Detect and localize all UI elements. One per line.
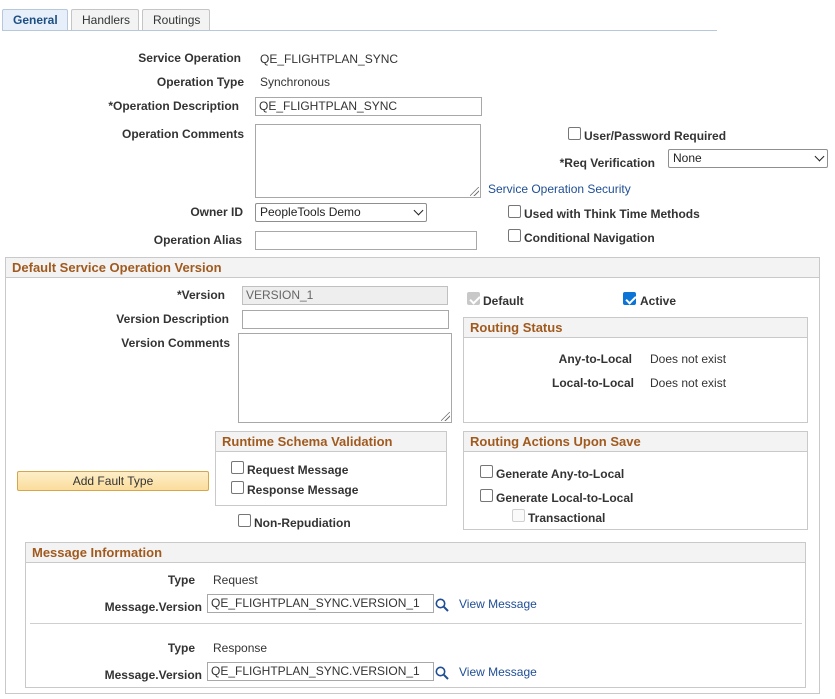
view-message-link[interactable]: View Message xyxy=(459,665,537,679)
operation-description-input[interactable]: QE_FLIGHTPLAN_SYNC xyxy=(255,97,482,116)
req-verification-select[interactable]: None xyxy=(668,149,828,168)
operation-description-label: *Operation Description xyxy=(108,99,239,113)
generate-any-to-local-checkbox[interactable] xyxy=(480,465,493,478)
tab-general[interactable]: General xyxy=(2,9,68,31)
think-time-checkbox[interactable] xyxy=(508,205,521,218)
message-information-title: Message Information xyxy=(26,543,805,563)
operation-type-value: Synchronous xyxy=(260,75,331,89)
message-version-input[interactable]: QE_FLIGHTPLAN_SYNC.VERSION_1 xyxy=(207,662,434,681)
chevron-down-icon xyxy=(814,151,825,162)
resize-grip-icon[interactable] xyxy=(470,187,479,196)
any-to-local-label: Any-to-Local xyxy=(558,352,632,366)
service-operation-value: QE_FLIGHTPLAN_SYNC xyxy=(260,52,399,66)
operation-type-label: Operation Type xyxy=(156,75,244,89)
tab-handlers[interactable]: Handlers xyxy=(71,9,139,31)
routing-actions-title: Routing Actions Upon Save xyxy=(464,432,807,452)
magnifier-icon[interactable] xyxy=(435,666,449,680)
transactional-label: Transactional xyxy=(528,511,606,525)
magnifier-icon[interactable] xyxy=(435,598,449,612)
owner-id-selected: PeopleTools Demo xyxy=(260,205,361,219)
generate-local-to-local-checkbox[interactable] xyxy=(480,489,493,502)
local-to-local-label: Local-to-Local xyxy=(551,376,634,390)
view-message-link[interactable]: View Message xyxy=(459,597,537,611)
version-label: *Version xyxy=(176,288,225,302)
owner-id-label: Owner ID xyxy=(190,205,243,219)
non-repudiation-label: Non-Repudiation xyxy=(254,516,351,530)
operation-alias-label: Operation Alias xyxy=(153,233,242,247)
operation-comments-label: Operation Comments xyxy=(121,127,244,141)
default-checkbox xyxy=(467,292,480,305)
generate-any-to-local-label: Generate Any-to-Local xyxy=(496,467,625,481)
resize-grip-icon[interactable] xyxy=(441,412,450,421)
non-repudiation-checkbox[interactable] xyxy=(238,514,251,527)
add-fault-type-button[interactable]: Add Fault Type xyxy=(17,471,209,491)
generate-local-to-local-label: Generate Local-to-Local xyxy=(496,491,634,505)
version-comments-textarea[interactable] xyxy=(238,333,452,423)
response-message-label: Response Message xyxy=(247,483,359,497)
operation-comments-textarea[interactable] xyxy=(255,124,481,198)
version-description-label: Version Description xyxy=(116,312,229,326)
transactional-checkbox xyxy=(512,509,525,522)
message-version-input[interactable]: QE_FLIGHTPLAN_SYNC.VERSION_1 xyxy=(207,594,434,613)
user-password-required-checkbox[interactable] xyxy=(568,127,581,140)
default-label: Default xyxy=(483,294,524,308)
local-to-local-value: Does not exist xyxy=(650,376,727,390)
user-password-required-label: User/Password Required xyxy=(584,129,727,143)
operation-alias-input[interactable] xyxy=(255,231,477,250)
message-version-label: Message.Version xyxy=(104,600,202,614)
tab-strip-underline xyxy=(2,30,717,31)
req-verification-label: *Req Verification xyxy=(559,156,655,170)
active-checkbox[interactable] xyxy=(623,292,636,305)
conditional-navigation-checkbox[interactable] xyxy=(508,229,521,242)
message-type-value: Request xyxy=(213,573,258,587)
routing-status-title: Routing Status xyxy=(464,318,807,338)
message-version-label: Message.Version xyxy=(104,668,202,682)
version-description-input[interactable] xyxy=(242,310,449,329)
message-type-label: Type xyxy=(167,641,195,655)
service-operation-label: Service Operation xyxy=(138,51,241,65)
default-version-section-title: Default Service Operation Version xyxy=(6,258,819,278)
routing-status-group: Routing Status xyxy=(463,317,808,423)
tab-routings[interactable]: Routings xyxy=(142,9,210,31)
active-label: Active xyxy=(640,294,677,308)
any-to-local-value: Does not exist xyxy=(650,352,727,366)
message-type-label: Type xyxy=(167,573,195,587)
owner-id-select[interactable]: PeopleTools Demo xyxy=(255,203,427,222)
runtime-schema-validation-title: Runtime Schema Validation xyxy=(216,432,446,452)
response-message-checkbox[interactable] xyxy=(231,481,244,494)
req-verification-selected: None xyxy=(673,151,702,165)
message-type-value: Response xyxy=(213,641,268,655)
chevron-down-icon xyxy=(413,205,424,216)
request-message-label: Request Message xyxy=(247,463,349,477)
service-operation-security-link[interactable]: Service Operation Security xyxy=(488,182,631,196)
message-row-divider xyxy=(30,623,802,624)
conditional-navigation-label: Conditional Navigation xyxy=(524,231,655,245)
request-message-checkbox[interactable] xyxy=(231,461,244,474)
version-input: VERSION_1 xyxy=(242,286,448,305)
think-time-label: Used with Think Time Methods xyxy=(524,207,700,221)
version-comments-label: Version Comments xyxy=(121,336,230,350)
